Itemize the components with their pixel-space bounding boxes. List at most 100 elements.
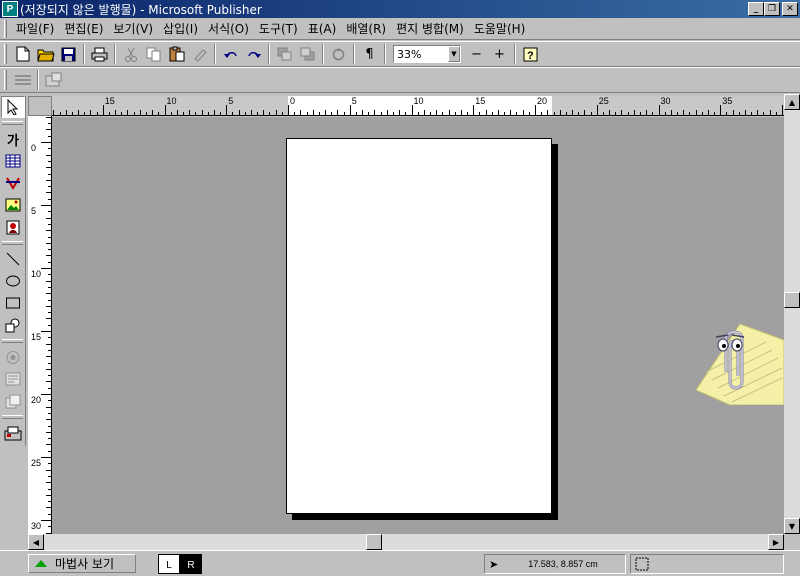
page-right-tab[interactable]: R xyxy=(180,554,202,574)
ruler-tick xyxy=(46,494,51,496)
ruler-tick xyxy=(430,112,432,115)
scroll-right-arrow-icon[interactable]: ▶ xyxy=(768,534,784,550)
ruler-tick xyxy=(695,110,697,115)
menu-file[interactable]: 파일(F) xyxy=(11,20,59,37)
ruler-tick xyxy=(325,110,327,115)
ruler-tick xyxy=(386,110,388,115)
minimize-button[interactable]: _ xyxy=(748,2,764,16)
ruler-tick xyxy=(96,112,98,115)
clip-gallery-tool-icon[interactable] xyxy=(1,216,25,238)
ruler-tick xyxy=(189,110,191,115)
zoom-in-button[interactable]: + xyxy=(488,43,511,65)
design-objects-tool-icon[interactable] xyxy=(1,422,25,444)
page-left-tab[interactable]: L xyxy=(158,554,180,574)
ruler-corner[interactable] xyxy=(28,96,52,116)
horizontal-ruler[interactable]: 15 10 5 0 5 10 15 20 25 30 35 xyxy=(52,96,784,116)
scroll-up-arrow-icon[interactable]: ▲ xyxy=(784,94,800,110)
ruler-tick xyxy=(226,105,228,115)
ruler-tick xyxy=(46,167,51,169)
menu-view[interactable]: 보기(V) xyxy=(108,20,158,37)
toolbar-grip[interactable] xyxy=(4,44,7,64)
menu-mail-merge[interactable]: 편지 병합(M) xyxy=(391,20,469,37)
chevron-down-icon[interactable]: ▼ xyxy=(448,46,460,62)
open-folder-icon[interactable] xyxy=(34,43,57,65)
ruler-tick xyxy=(782,105,783,115)
menu-insert[interactable]: 삽입(I) xyxy=(158,20,203,37)
design-gallery-tool-icon[interactable] xyxy=(1,390,25,412)
ruler-tick xyxy=(48,362,51,364)
zoom-select[interactable]: 33% ▼ xyxy=(393,45,461,63)
ruler-tick xyxy=(48,173,51,175)
menu-tools[interactable]: 도구(T) xyxy=(254,20,303,37)
horizontal-scrollbar[interactable]: ◀ ▶ xyxy=(28,534,784,550)
ruler-tick xyxy=(59,112,61,115)
text-frame-tool-icon[interactable]: 가 xyxy=(1,128,25,150)
toolbar-grip[interactable] xyxy=(4,70,7,90)
menubar-grip[interactable] xyxy=(4,19,7,38)
vertical-scroll-thumb[interactable] xyxy=(784,292,800,308)
copy-icon[interactable] xyxy=(142,43,165,65)
ruler-tick xyxy=(726,112,728,115)
cut-scissors-icon[interactable] xyxy=(119,43,142,65)
send-to-back-icon[interactable] xyxy=(296,43,319,65)
ruler-tick xyxy=(48,450,51,452)
scratch-area[interactable] xyxy=(52,117,784,534)
horizontal-scroll-thumb[interactable] xyxy=(366,534,382,550)
ruler-tick xyxy=(714,112,716,115)
html-code-tool-icon[interactable] xyxy=(1,368,25,390)
form-control-tool-icon[interactable] xyxy=(1,346,25,368)
menu-help[interactable]: 도움말(H) xyxy=(469,20,531,37)
rotate-icon[interactable] xyxy=(327,43,350,65)
line-tool-icon[interactable] xyxy=(1,248,25,270)
ruler-tick xyxy=(133,112,135,115)
save-disk-icon[interactable] xyxy=(57,43,80,65)
ruler-tick xyxy=(238,110,240,115)
menu-arrange[interactable]: 배열(R) xyxy=(341,20,391,37)
print-icon[interactable] xyxy=(88,43,111,65)
ruler-tick xyxy=(65,110,67,115)
undo-icon[interactable] xyxy=(219,43,242,65)
scroll-left-arrow-icon[interactable]: ◀ xyxy=(28,534,44,550)
menu-edit[interactable]: 편집(E) xyxy=(59,20,108,37)
ruler-tick xyxy=(281,112,283,115)
zoom-out-button[interactable]: − xyxy=(465,43,488,65)
help-icon[interactable]: ? xyxy=(519,43,542,65)
format-painter-icon[interactable] xyxy=(188,43,211,65)
vertical-scrollbar[interactable]: ▲ ▼ xyxy=(784,94,800,534)
ruler-tick xyxy=(652,112,654,115)
scroll-down-arrow-icon[interactable]: ▼ xyxy=(784,518,800,534)
wordart-tool-icon[interactable] xyxy=(1,172,25,194)
picture-frame-tool-icon[interactable] xyxy=(1,194,25,216)
redo-icon[interactable] xyxy=(242,43,265,65)
rectangle-tool-icon[interactable] xyxy=(1,292,25,314)
office-assistant-clippy[interactable] xyxy=(692,310,784,405)
ruler-tick xyxy=(48,148,51,150)
table-frame-tool-icon[interactable] xyxy=(1,150,25,172)
window-title: (저장되지 않은 발행물) - Microsoft Publisher xyxy=(20,2,262,17)
ruler-tick xyxy=(775,112,777,115)
pointer-tool-icon[interactable] xyxy=(1,96,25,118)
restore-button[interactable]: ❐ xyxy=(764,2,780,16)
ruler-tick xyxy=(535,105,536,115)
new-document-icon[interactable] xyxy=(11,43,34,65)
ruler-tick xyxy=(84,112,86,115)
vertical-ruler[interactable]: 0 5 10 15 20 25 30 xyxy=(28,116,52,534)
ruler-label: 5 xyxy=(228,96,234,106)
ruler-tick xyxy=(46,255,51,257)
align-lines-icon[interactable] xyxy=(11,69,34,91)
menu-format[interactable]: 서식(O) xyxy=(203,20,254,37)
oval-tool-icon[interactable] xyxy=(1,270,25,292)
pilcrow-icon[interactable]: ¶ xyxy=(358,43,381,65)
object-properties-icon[interactable] xyxy=(42,69,65,91)
publisher-app-icon[interactable]: P xyxy=(2,1,18,17)
menu-table[interactable]: 표(A) xyxy=(303,20,342,37)
paste-clipboard-icon[interactable] xyxy=(165,43,188,65)
bring-to-front-icon[interactable] xyxy=(273,43,296,65)
ruler-label: 30 xyxy=(31,521,42,531)
close-button[interactable]: ✕ xyxy=(782,2,798,16)
show-wizard-button[interactable]: 마법사 보기 xyxy=(28,554,136,573)
custom-shapes-tool-icon[interactable] xyxy=(1,314,25,336)
ruler-label: 5 xyxy=(31,206,37,216)
publication-page[interactable] xyxy=(286,138,552,514)
ruler-tick xyxy=(553,112,555,115)
